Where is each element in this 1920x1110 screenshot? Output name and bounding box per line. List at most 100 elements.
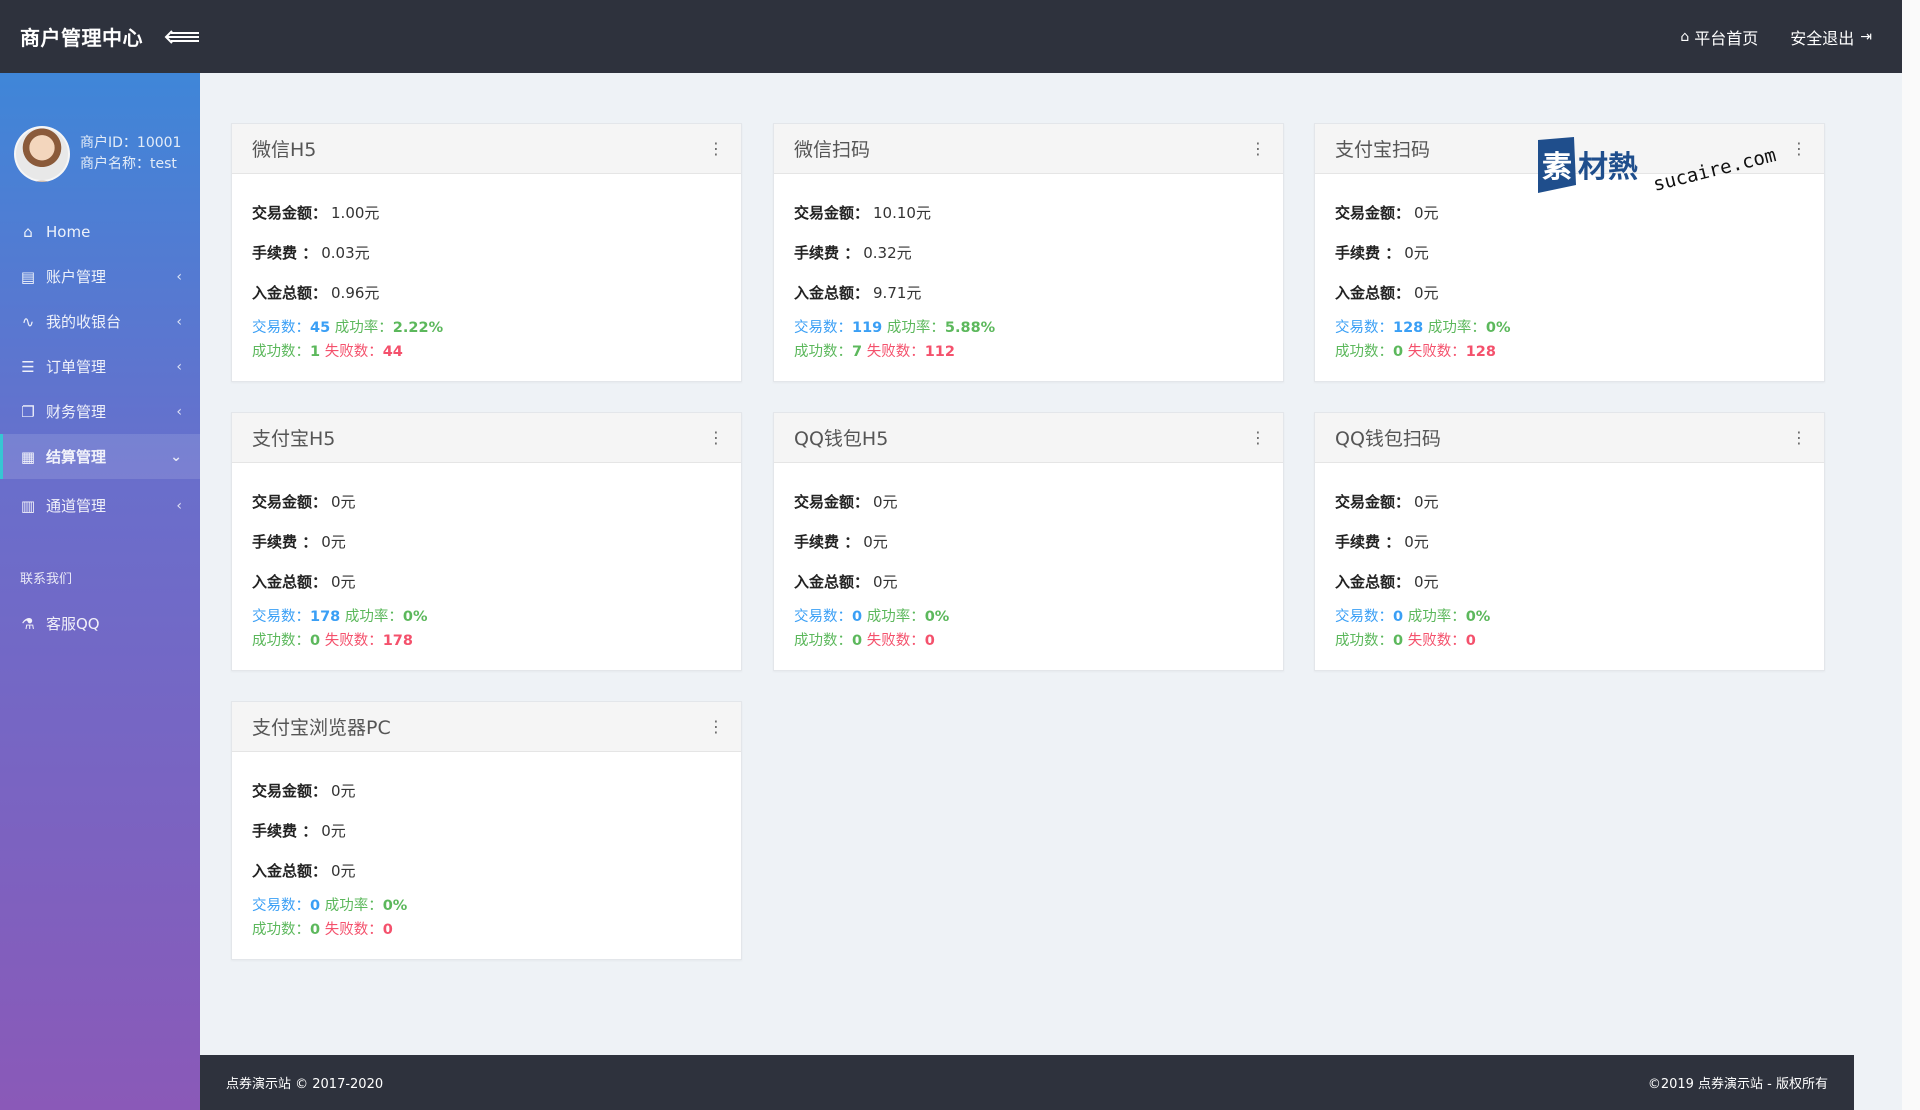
- rate-label: 成功率：: [886, 320, 945, 336]
- fee-label: 手续费 ：: [1335, 243, 1401, 262]
- chevron-left-icon: ‹: [176, 268, 182, 285]
- merchant-id: 商户ID：10001: [80, 135, 182, 151]
- sidebar-item-label: 账户管理: [46, 268, 107, 286]
- chevron-down-icon: ⌄: [170, 448, 182, 465]
- sidebar-item-settlement[interactable]: ▦ 结算管理 ⌄: [0, 434, 200, 479]
- sidebar-item-finance[interactable]: ❐ 财务管理 ‹: [0, 389, 200, 434]
- card-header: QQ钱包扫码 ⋮: [1315, 413, 1824, 463]
- success-value: 0: [310, 633, 321, 649]
- watermark-cn-rest: 材熱: [1578, 150, 1638, 185]
- chevron-left-icon: ‹: [176, 403, 182, 420]
- rate-label: 成功率：: [1427, 320, 1486, 336]
- channel-card: QQ钱包H5 ⋮ 交易金额： 0元 手续费 ： 0元 入金总额： 0元 交易数：0 成…: [773, 412, 1284, 671]
- fee-value: 0元: [321, 532, 346, 551]
- total-value: 9.71元: [873, 283, 922, 302]
- count-label: 交易数：: [252, 898, 310, 914]
- fee-label: 手续费 ：: [252, 821, 318, 840]
- fee-value: 0元: [321, 821, 346, 840]
- success-value: 0: [1393, 344, 1404, 360]
- more-vertical-icon[interactable]: ⋮: [708, 140, 724, 157]
- sidebar-item-orders[interactable]: ☰ 订单管理 ‹: [0, 344, 200, 389]
- watermark-cn-first: 素: [1542, 150, 1572, 185]
- contact-section-title: 联系我们: [20, 572, 73, 587]
- success-label: 成功数：: [252, 922, 310, 938]
- sidebar-item-label: 结算管理: [46, 448, 107, 466]
- rate-value: 0%: [1465, 609, 1491, 625]
- home-icon: ⌂: [1680, 28, 1690, 45]
- sidebar-item-cashier[interactable]: ∿ 我的收银台 ‹: [0, 299, 200, 344]
- rate-label: 成功率：: [344, 609, 403, 625]
- rate-label: 成功率：: [324, 898, 383, 914]
- amount-label: 交易金额：: [252, 781, 328, 800]
- fail-value: 112: [924, 344, 955, 360]
- amount-value: 0元: [1414, 492, 1439, 511]
- fee-label: 手续费 ：: [252, 532, 318, 551]
- card-header: 支付宝浏览器PC ⋮: [232, 702, 741, 752]
- count-label: 交易数：: [794, 320, 852, 336]
- count-label: 交易数：: [1335, 609, 1393, 625]
- platform-home-link[interactable]: ⌂ 平台首页: [1680, 25, 1758, 49]
- scrollbar[interactable]: [1902, 0, 1920, 1110]
- success-value: 7: [852, 344, 863, 360]
- rate-value: 0%: [382, 898, 408, 914]
- brand: 商户管理中心: [0, 22, 201, 51]
- sidebar-item-support-qq[interactable]: ⚗ 客服QQ: [0, 601, 200, 646]
- main-content: 微信H5 ⋮ 交易金额： 1.00元 手续费 ： 0.03元 入金总额： 0.96元 …: [200, 73, 1902, 1055]
- rate-value: 5.88%: [944, 320, 996, 336]
- fail-label: 失败数：: [324, 344, 383, 360]
- fee-value: 0元: [1404, 243, 1429, 262]
- logout-label: 安全退出: [1790, 28, 1855, 48]
- total-label: 入金总额：: [252, 283, 328, 302]
- fee-value: 0.32元: [863, 243, 912, 262]
- count-value: 128: [1393, 320, 1424, 336]
- more-vertical-icon[interactable]: ⋮: [1791, 429, 1807, 446]
- channel-card: 支付宝H5 ⋮ 交易金额： 0元 手续费 ： 0元 入金总额： 0元 交易数：178 …: [231, 412, 742, 671]
- more-vertical-icon[interactable]: ⋮: [1791, 140, 1807, 157]
- card-header: 微信扫码 ⋮: [774, 124, 1283, 174]
- sidebar-item-home[interactable]: ⌂ Home: [0, 209, 200, 254]
- total-value: 0元: [331, 572, 356, 591]
- fail-value: 0: [382, 922, 393, 938]
- user-info: 商户ID：10001 商户名称：test: [80, 133, 181, 175]
- card-title: QQ钱包扫码: [1335, 428, 1441, 450]
- card-header: QQ钱包H5 ⋮: [774, 413, 1283, 463]
- count-value: 0: [1393, 609, 1404, 625]
- count-value: 0: [852, 609, 863, 625]
- menu-toggle-icon[interactable]: [163, 26, 201, 48]
- success-label: 成功数：: [252, 633, 310, 649]
- count-label: 交易数：: [252, 609, 310, 625]
- total-value: 0元: [1414, 572, 1439, 591]
- success-value: 0: [1393, 633, 1404, 649]
- total-label: 入金总额：: [1335, 283, 1411, 302]
- rate-value: 0%: [1485, 320, 1511, 336]
- fail-label: 失败数：: [324, 633, 383, 649]
- count-value: 178: [310, 609, 341, 625]
- footer-left: 点券演示站 © 2017-2020: [226, 1077, 384, 1092]
- watermark-logo: 素 材熱 sucaire.com: [1538, 137, 1778, 195]
- sidebar-nav: ⌂ Home ▤ 账户管理 ‹ ∿ 我的收银台 ‹ ☰ 订单管理 ‹ ❐ 财务管…: [0, 209, 200, 532]
- success-label: 成功数：: [794, 344, 852, 360]
- sign-out-icon: ⇥: [1860, 28, 1872, 45]
- more-vertical-icon[interactable]: ⋮: [708, 429, 724, 446]
- list-icon: ☰: [21, 357, 35, 376]
- total-value: 0.96元: [331, 283, 380, 302]
- rate-value: 2.22%: [392, 320, 444, 336]
- card-title: QQ钱包H5: [794, 428, 889, 450]
- card-title: 微信H5: [252, 139, 317, 161]
- success-label: 成功数：: [794, 633, 852, 649]
- more-vertical-icon[interactable]: ⋮: [1250, 140, 1266, 157]
- sidebar-item-channels[interactable]: ▥ 通道管理 ‹: [0, 479, 200, 532]
- more-vertical-icon[interactable]: ⋮: [1250, 429, 1266, 446]
- count-label: 交易数：: [252, 320, 310, 336]
- sidebar-item-label: 订单管理: [46, 358, 107, 376]
- total-label: 入金总额：: [794, 572, 870, 591]
- more-vertical-icon[interactable]: ⋮: [708, 718, 724, 735]
- chevron-left-icon: ‹: [176, 497, 182, 514]
- sidebar-item-account[interactable]: ▤ 账户管理 ‹: [0, 254, 200, 299]
- chevron-left-icon: ‹: [176, 358, 182, 375]
- count-label: 交易数：: [794, 609, 852, 625]
- rate-value: 0%: [924, 609, 950, 625]
- logout-link[interactable]: 安全退出 ⇥: [1790, 25, 1872, 49]
- fail-value: 0: [1465, 633, 1476, 649]
- fail-value: 0: [924, 633, 935, 649]
